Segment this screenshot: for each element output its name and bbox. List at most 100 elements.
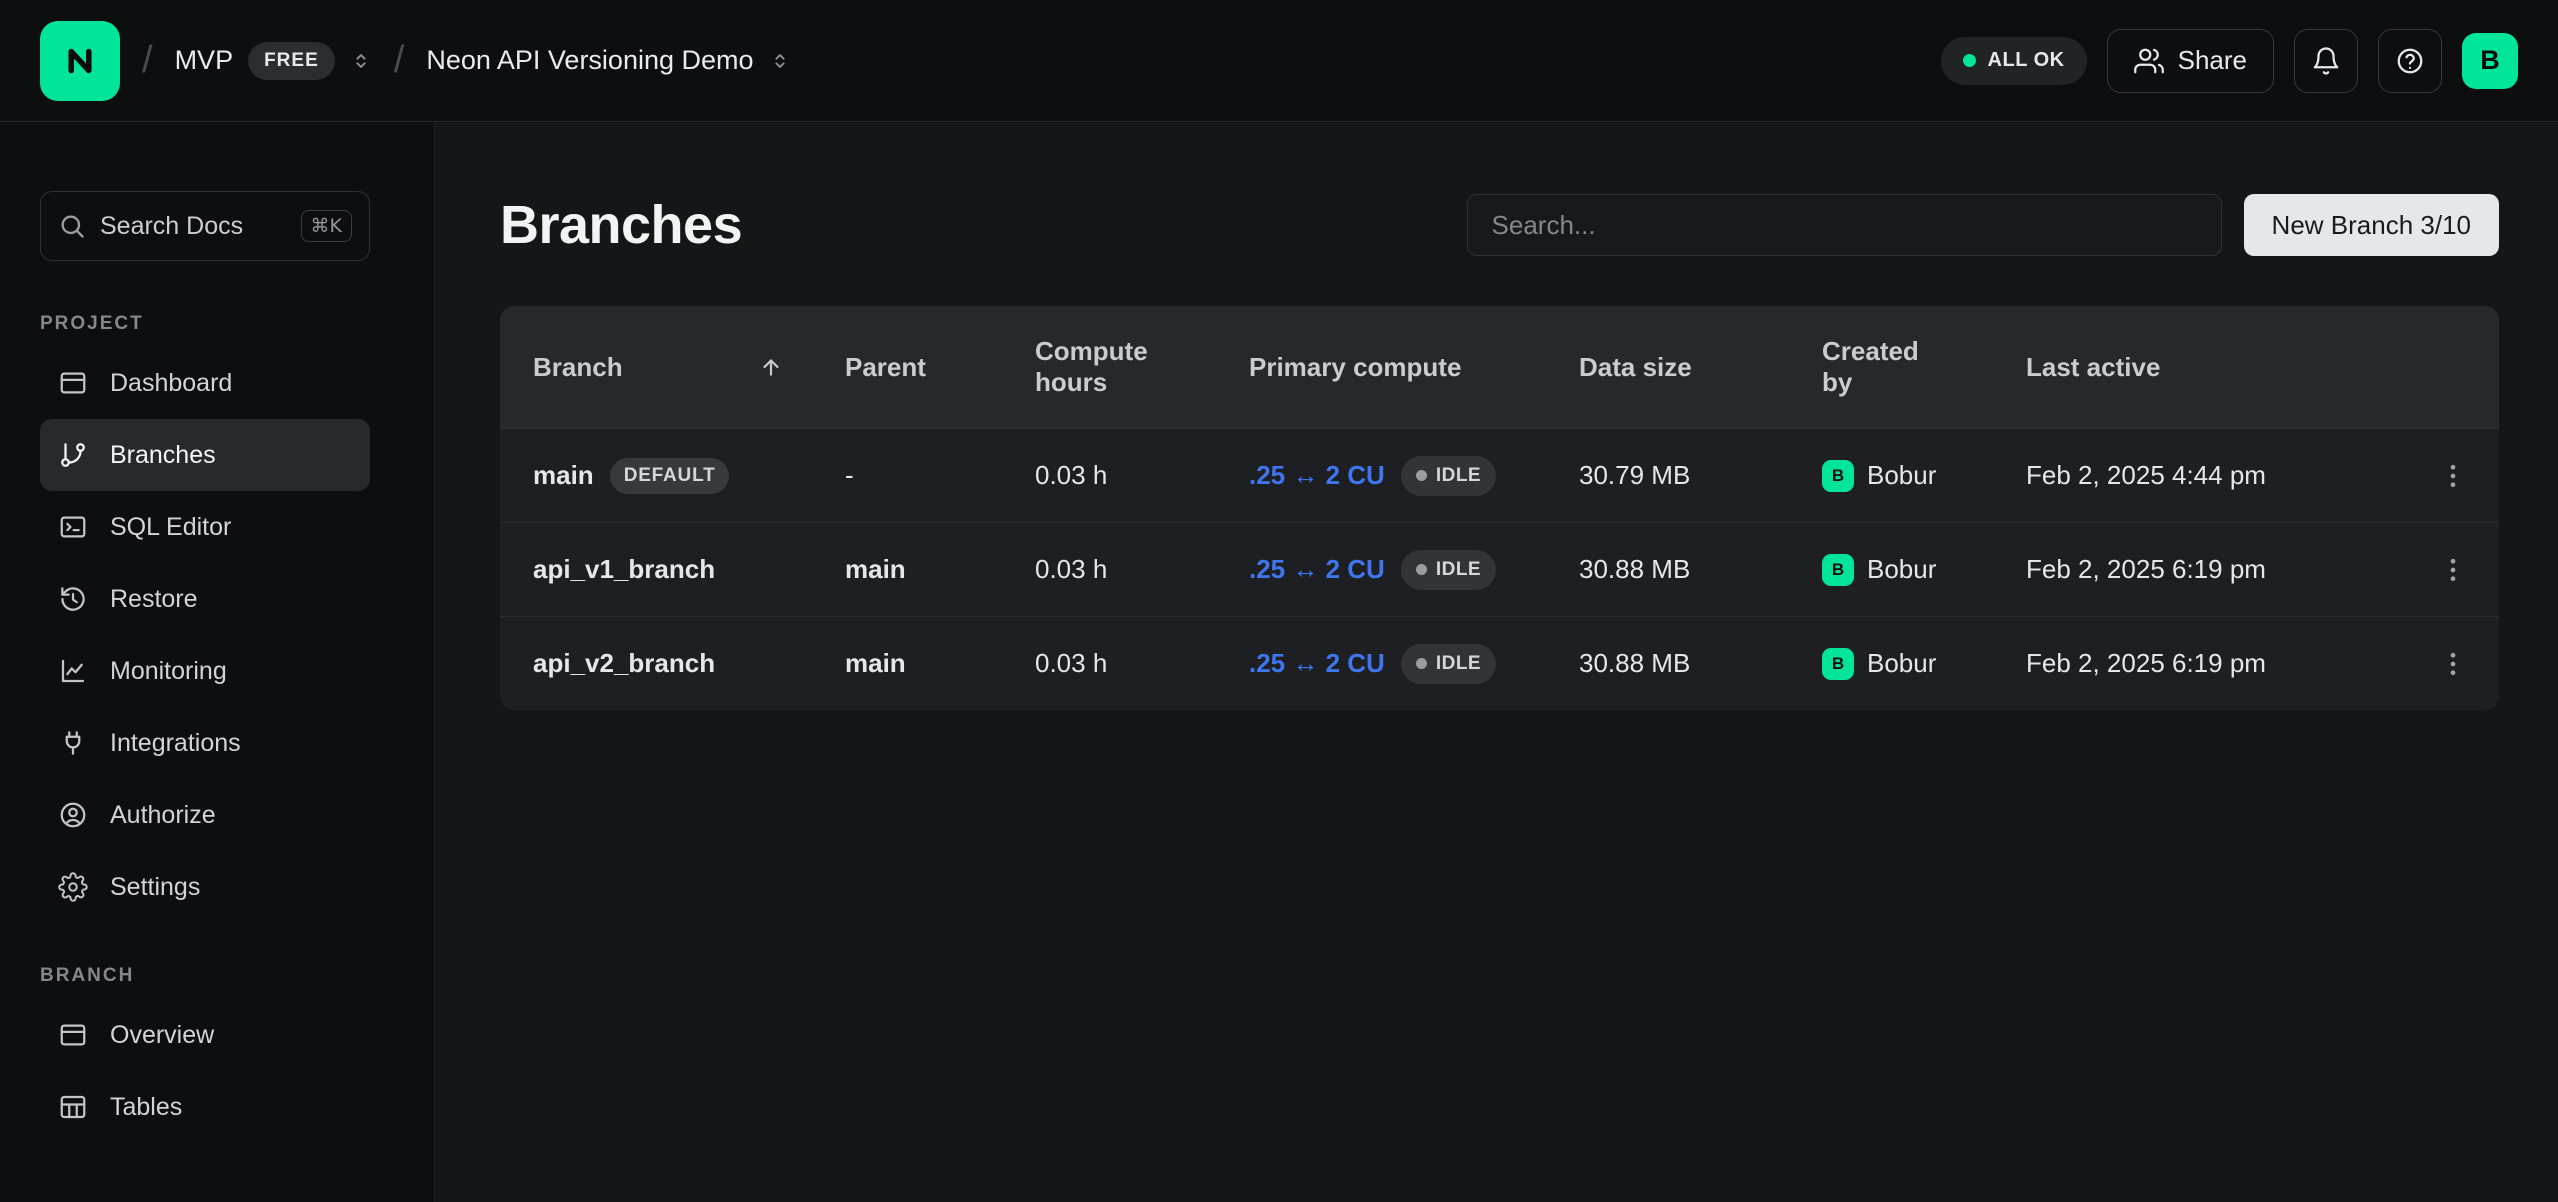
sidebar-item-authorize[interactable]: Authorize [40, 779, 370, 851]
status-ok-dot [1963, 54, 1976, 67]
search-shortcut-badge: ⌘K [301, 210, 352, 242]
compute-hours-cell: 0.03 h [1035, 648, 1249, 679]
sidebar-item-label: Restore [110, 585, 198, 614]
main-content: Branches New Branch 3/10 Branch Parent [435, 122, 2558, 1202]
branch-search-input[interactable] [1467, 194, 2222, 256]
tables-icon [58, 1092, 88, 1122]
data-size-cell: 30.88 MB [1579, 554, 1822, 585]
page-title: Branches [500, 194, 742, 256]
creator-avatar: B [1822, 554, 1854, 586]
status-pill[interactable]: ALL OK [1941, 37, 2087, 85]
column-header-last-active: Last active [2026, 352, 2415, 383]
compute-hours-cell: 0.03 h [1035, 460, 1249, 491]
column-header-branch[interactable]: Branch [533, 352, 845, 383]
idle-label: IDLE [1436, 653, 1481, 675]
last-active-cell: Feb 2, 2025 6:19 pm [2026, 554, 2415, 585]
branch-name[interactable]: api_v2_branch [533, 648, 715, 679]
row-actions-cell [2415, 642, 2475, 686]
column-header-parent: Parent [845, 352, 1035, 383]
sidebar-item-label: Branches [110, 441, 216, 470]
primary-compute-link[interactable]: .25 ↔ 2 CU [1249, 460, 1385, 491]
search-docs-button[interactable]: Search Docs ⌘K [40, 191, 370, 261]
creator-avatar: B [1822, 460, 1854, 492]
status-label: ALL OK [1988, 49, 2065, 72]
project-name: Neon API Versioning Demo [426, 45, 753, 76]
creator-avatar: B [1822, 648, 1854, 680]
integrations-icon [58, 728, 88, 758]
sidebar-item-tables[interactable]: Tables [40, 1071, 370, 1143]
new-branch-button[interactable]: New Branch 3/10 [2244, 194, 2499, 256]
primary-compute-link[interactable]: .25 ↔ 2 CU [1249, 554, 1385, 585]
branches-icon [58, 440, 88, 470]
sidebar-item-label: SQL Editor [110, 513, 231, 542]
sort-asc-icon[interactable] [758, 354, 784, 380]
sidebar-item-dashboard[interactable]: Dashboard [40, 347, 370, 419]
branch-name[interactable]: main [533, 460, 594, 491]
primary-compute-link[interactable]: .25 ↔ 2 CU [1249, 648, 1385, 679]
section-label-branch: BRANCH [40, 965, 434, 987]
sidebar-item-monitoring[interactable]: Monitoring [40, 635, 370, 707]
branches-table: Branch Parent Compute hours Primary comp… [500, 306, 2499, 710]
table-row-main[interactable]: main DEFAULT - 0.03 h .25 ↔ 2 CU IDLE 30… [500, 428, 2499, 522]
row-actions-cell [2415, 454, 2475, 498]
sidebar-item-label: Authorize [110, 801, 216, 830]
sidebar-item-overview[interactable]: Overview [40, 999, 370, 1071]
sidebar-item-branches[interactable]: Branches [40, 419, 370, 491]
breadcrumb-org[interactable]: MVP FREE [175, 42, 372, 80]
idle-dot [1416, 470, 1427, 481]
idle-label: IDLE [1436, 465, 1481, 487]
user-avatar[interactable]: B [2462, 33, 2518, 89]
column-header-primary-compute: Primary compute [1249, 352, 1579, 383]
settings-icon [58, 872, 88, 902]
search-docs-label: Search Docs [100, 212, 243, 241]
sidebar-item-settings[interactable]: Settings [40, 851, 370, 923]
branch-name[interactable]: api_v1_branch [533, 554, 715, 585]
column-header-compute-hours: Compute hours [1035, 336, 1249, 398]
sidebar-item-label: Tables [110, 1093, 182, 1122]
sidebar-item-label: Monitoring [110, 657, 227, 686]
table-row-api-v1[interactable]: api_v1_branch main 0.03 h .25 ↔ 2 CU IDL… [500, 522, 2499, 616]
row-menu-button[interactable] [2431, 642, 2475, 686]
page-actions: New Branch 3/10 [1467, 194, 2499, 256]
data-size-cell: 30.79 MB [1579, 460, 1822, 491]
restore-icon [58, 584, 88, 614]
sidebar-item-label: Dashboard [110, 369, 232, 398]
help-icon [2395, 46, 2425, 76]
sidebar-item-sql-editor[interactable]: SQL Editor [40, 491, 370, 563]
org-selector-chevrons-icon[interactable] [350, 50, 372, 72]
creator-name: Bobur [1867, 554, 1936, 585]
top-bar-actions: ALL OK Share B [1941, 29, 2518, 93]
idle-badge: IDLE [1401, 456, 1496, 496]
row-menu-button[interactable] [2431, 548, 2475, 592]
idle-dot [1416, 564, 1427, 575]
section-label-project: PROJECT [40, 313, 434, 335]
breadcrumb-project[interactable]: Neon API Versioning Demo [426, 45, 790, 76]
primary-compute-cell: .25 ↔ 2 CU IDLE [1249, 456, 1579, 496]
shell: Search Docs ⌘K PROJECT Dashboard Branche… [0, 122, 2558, 1202]
parent-cell: main [845, 648, 1035, 679]
authorize-icon [58, 800, 88, 830]
share-users-icon [2134, 46, 2164, 76]
compute-hours-cell: 0.03 h [1035, 554, 1249, 585]
share-button[interactable]: Share [2107, 29, 2274, 93]
notifications-button[interactable] [2294, 29, 2358, 93]
project-selector-chevrons-icon[interactable] [769, 50, 791, 72]
sidebar-item-integrations[interactable]: Integrations [40, 707, 370, 779]
parent-cell: - [845, 460, 1035, 491]
branch-nav: Overview Tables [40, 999, 434, 1143]
sidebar-item-restore[interactable]: Restore [40, 563, 370, 635]
sidebar-item-label: Integrations [110, 729, 241, 758]
org-name: MVP [175, 45, 234, 76]
creator-name: Bobur [1867, 460, 1936, 491]
row-menu-button[interactable] [2431, 454, 2475, 498]
help-button[interactable] [2378, 29, 2442, 93]
created-by-cell: B Bobur [1822, 460, 2026, 492]
idle-dot [1416, 658, 1427, 669]
sidebar: Search Docs ⌘K PROJECT Dashboard Branche… [0, 122, 435, 1202]
search-icon [58, 212, 86, 240]
table-header-row: Branch Parent Compute hours Primary comp… [500, 306, 2499, 428]
share-label: Share [2178, 45, 2247, 76]
table-row-api-v2[interactable]: api_v2_branch main 0.03 h .25 ↔ 2 CU IDL… [500, 616, 2499, 710]
neon-logo[interactable] [40, 21, 120, 101]
idle-label: IDLE [1436, 559, 1481, 581]
